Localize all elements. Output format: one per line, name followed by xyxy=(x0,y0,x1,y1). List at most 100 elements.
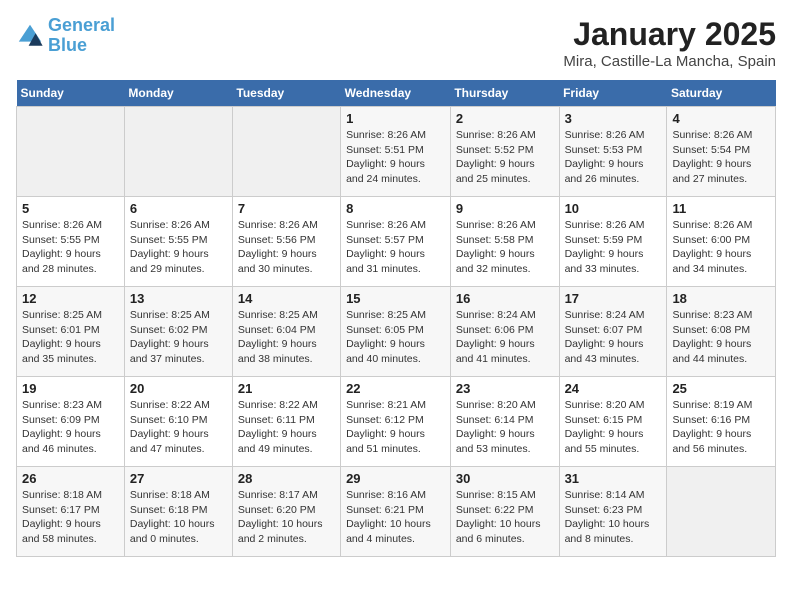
calendar-subtitle: Mira, Castille-La Mancha, Spain xyxy=(563,53,776,70)
day-info: Sunrise: 8:26 AM Sunset: 5:55 PM Dayligh… xyxy=(22,218,119,277)
day-number: 22 xyxy=(346,381,445,396)
day-cell: 14Sunrise: 8:25 AM Sunset: 6:04 PM Dayli… xyxy=(232,287,340,377)
day-info: Sunrise: 8:26 AM Sunset: 5:52 PM Dayligh… xyxy=(456,128,554,187)
day-number: 27 xyxy=(130,471,227,486)
day-number: 16 xyxy=(456,291,554,306)
day-info: Sunrise: 8:25 AM Sunset: 6:01 PM Dayligh… xyxy=(22,308,119,367)
day-cell xyxy=(667,467,776,557)
day-number: 15 xyxy=(346,291,445,306)
day-cell: 13 Sunrise: 8:25 AM Sunset: 6:02 PM Dayli… xyxy=(124,287,232,377)
week-row-5: 26Sunrise: 8:18 AM Sunset: 6:17 PM Dayli… xyxy=(17,467,776,557)
day-cell: 8 Sunrise: 8:26 AM Sunset: 5:57 PM Daylig… xyxy=(341,197,451,287)
day-info: Sunrise: 8:26 AM Sunset: 5:56 PM Dayligh… xyxy=(238,218,335,277)
column-header-saturday: Saturday xyxy=(667,80,776,107)
day-number: 19 xyxy=(22,381,119,396)
day-number: 31 xyxy=(565,471,662,486)
day-cell: 3 Sunrise: 8:26 AM Sunset: 5:53 PM Daylig… xyxy=(559,107,667,197)
day-info: Sunrise: 8:23 AM Sunset: 6:08 PM Dayligh… xyxy=(672,308,770,367)
day-info: Sunrise: 8:17 AM Sunset: 6:20 PM Dayligh… xyxy=(238,488,335,547)
day-number: 29 xyxy=(346,471,445,486)
day-cell: 18 Sunrise: 8:23 AM Sunset: 6:08 PM Dayli… xyxy=(667,287,776,377)
day-cell xyxy=(232,107,340,197)
day-number: 20 xyxy=(130,381,227,396)
logo-text: General Blue xyxy=(48,16,115,56)
day-info: Sunrise: 8:24 AM Sunset: 6:06 PM Dayligh… xyxy=(456,308,554,367)
day-cell: 19Sunrise: 8:23 AM Sunset: 6:09 PM Dayli… xyxy=(17,377,125,467)
day-info: Sunrise: 8:22 AM Sunset: 6:11 PM Dayligh… xyxy=(238,398,335,457)
day-info: Sunrise: 8:18 AM Sunset: 6:17 PM Dayligh… xyxy=(22,488,119,547)
day-cell: 23 Sunrise: 8:20 AM Sunset: 6:14 PM Dayli… xyxy=(450,377,559,467)
day-info: Sunrise: 8:26 AM Sunset: 5:59 PM Dayligh… xyxy=(565,218,662,277)
calendar-body: 1 Sunrise: 8:26 AM Sunset: 5:51 PM Daylig… xyxy=(17,107,776,557)
day-info: Sunrise: 8:14 AM Sunset: 6:23 PM Dayligh… xyxy=(565,488,662,547)
day-info: Sunrise: 8:26 AM Sunset: 5:57 PM Dayligh… xyxy=(346,218,445,277)
day-info: Sunrise: 8:26 AM Sunset: 5:55 PM Dayligh… xyxy=(130,218,227,277)
logo: General Blue xyxy=(16,16,115,56)
day-number: 11 xyxy=(672,201,770,216)
day-number: 3 xyxy=(565,111,662,126)
day-number: 4 xyxy=(672,111,770,126)
day-cell: 24 Sunrise: 8:20 AM Sunset: 6:15 PM Dayli… xyxy=(559,377,667,467)
week-row-4: 19Sunrise: 8:23 AM Sunset: 6:09 PM Dayli… xyxy=(17,377,776,467)
day-number: 6 xyxy=(130,201,227,216)
day-number: 12 xyxy=(22,291,119,306)
day-info: Sunrise: 8:26 AM Sunset: 5:51 PM Dayligh… xyxy=(346,128,445,187)
day-info: Sunrise: 8:21 AM Sunset: 6:12 PM Dayligh… xyxy=(346,398,445,457)
day-info: Sunrise: 8:20 AM Sunset: 6:14 PM Dayligh… xyxy=(456,398,554,457)
day-number: 13 xyxy=(130,291,227,306)
day-cell: 26Sunrise: 8:18 AM Sunset: 6:17 PM Dayli… xyxy=(17,467,125,557)
day-info: Sunrise: 8:20 AM Sunset: 6:15 PM Dayligh… xyxy=(565,398,662,457)
day-number: 9 xyxy=(456,201,554,216)
day-info: Sunrise: 8:19 AM Sunset: 6:16 PM Dayligh… xyxy=(672,398,770,457)
week-row-2: 5 Sunrise: 8:26 AM Sunset: 5:55 PM Daylig… xyxy=(17,197,776,287)
day-info: Sunrise: 8:22 AM Sunset: 6:10 PM Dayligh… xyxy=(130,398,227,457)
day-number: 2 xyxy=(456,111,554,126)
day-cell: 22 Sunrise: 8:21 AM Sunset: 6:12 PM Dayli… xyxy=(341,377,451,467)
day-number: 23 xyxy=(456,381,554,396)
day-cell: 30Sunrise: 8:15 AM Sunset: 6:22 PM Dayli… xyxy=(450,467,559,557)
day-cell: 4 Sunrise: 8:26 AM Sunset: 5:54 PM Daylig… xyxy=(667,107,776,197)
day-number: 1 xyxy=(346,111,445,126)
day-number: 21 xyxy=(238,381,335,396)
calendar-title: January 2025 xyxy=(563,16,776,53)
day-info: Sunrise: 8:16 AM Sunset: 6:21 PM Dayligh… xyxy=(346,488,445,547)
day-info: Sunrise: 8:18 AM Sunset: 6:18 PM Dayligh… xyxy=(130,488,227,547)
title-block: January 2025 Mira, Castille-La Mancha, S… xyxy=(563,16,776,70)
column-header-wednesday: Wednesday xyxy=(341,80,451,107)
day-info: Sunrise: 8:26 AM Sunset: 5:54 PM Dayligh… xyxy=(672,128,770,187)
day-number: 7 xyxy=(238,201,335,216)
column-header-tuesday: Tuesday xyxy=(232,80,340,107)
day-cell: 15 Sunrise: 8:25 AM Sunset: 6:05 PM Dayli… xyxy=(341,287,451,377)
day-number: 28 xyxy=(238,471,335,486)
week-row-3: 12 Sunrise: 8:25 AM Sunset: 6:01 PM Dayli… xyxy=(17,287,776,377)
day-number: 24 xyxy=(565,381,662,396)
day-info: Sunrise: 8:25 AM Sunset: 6:04 PM Dayligh… xyxy=(238,308,335,367)
day-number: 17 xyxy=(565,291,662,306)
day-number: 18 xyxy=(672,291,770,306)
day-cell xyxy=(124,107,232,197)
column-header-friday: Friday xyxy=(559,80,667,107)
day-info: Sunrise: 8:26 AM Sunset: 5:58 PM Dayligh… xyxy=(456,218,554,277)
day-cell: 2 Sunrise: 8:26 AM Sunset: 5:52 PM Daylig… xyxy=(450,107,559,197)
day-number: 8 xyxy=(346,201,445,216)
day-cell: 25 Sunrise: 8:19 AM Sunset: 6:16 PM Dayli… xyxy=(667,377,776,467)
day-cell: 10Sunrise: 8:26 AM Sunset: 5:59 PM Dayli… xyxy=(559,197,667,287)
day-number: 5 xyxy=(22,201,119,216)
day-cell: 12 Sunrise: 8:25 AM Sunset: 6:01 PM Dayli… xyxy=(17,287,125,377)
day-info: Sunrise: 8:26 AM Sunset: 6:00 PM Dayligh… xyxy=(672,218,770,277)
column-header-thursday: Thursday xyxy=(450,80,559,107)
column-header-sunday: Sunday xyxy=(17,80,125,107)
day-info: Sunrise: 8:25 AM Sunset: 6:02 PM Dayligh… xyxy=(130,308,227,367)
calendar-table: SundayMondayTuesdayWednesdayThursdayFrid… xyxy=(16,80,776,557)
day-info: Sunrise: 8:26 AM Sunset: 5:53 PM Dayligh… xyxy=(565,128,662,187)
day-info: Sunrise: 8:25 AM Sunset: 6:05 PM Dayligh… xyxy=(346,308,445,367)
day-cell: 29 Sunrise: 8:16 AM Sunset: 6:21 PM Dayli… xyxy=(341,467,451,557)
day-number: 25 xyxy=(672,381,770,396)
day-cell: 20 Sunrise: 8:22 AM Sunset: 6:10 PM Dayli… xyxy=(124,377,232,467)
day-cell: 21 Sunrise: 8:22 AM Sunset: 6:11 PM Dayli… xyxy=(232,377,340,467)
day-cell: 1 Sunrise: 8:26 AM Sunset: 5:51 PM Daylig… xyxy=(341,107,451,197)
day-cell: 27 Sunrise: 8:18 AM Sunset: 6:18 PM Dayli… xyxy=(124,467,232,557)
week-row-1: 1 Sunrise: 8:26 AM Sunset: 5:51 PM Daylig… xyxy=(17,107,776,197)
column-header-monday: Monday xyxy=(124,80,232,107)
day-cell xyxy=(17,107,125,197)
